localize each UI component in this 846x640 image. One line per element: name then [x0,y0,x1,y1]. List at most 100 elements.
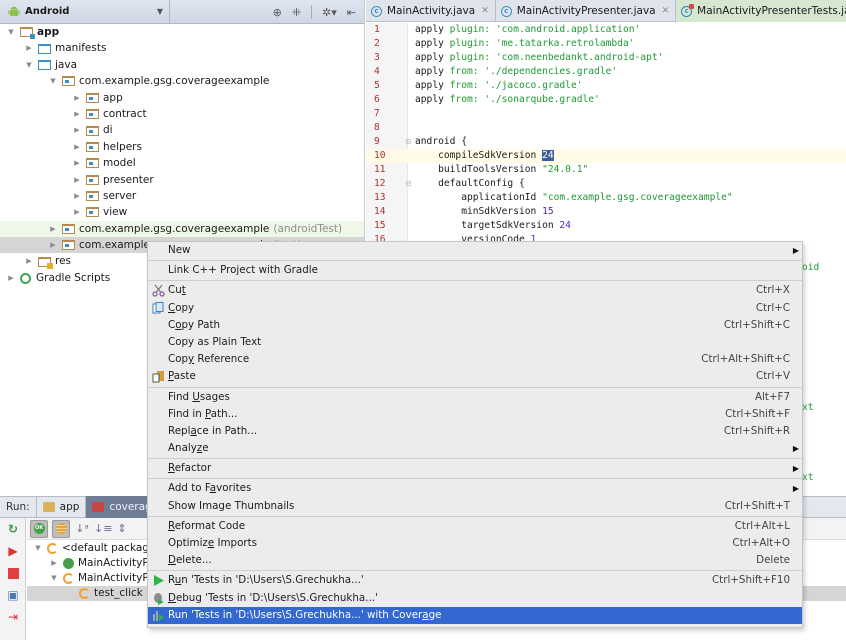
collapsed-arrow-icon[interactable]: ▶ [49,556,59,571]
code-token: "com.example.gsg.coverageexample" [542,192,733,203]
context-menu: New ▶ Link C++ Project with Gradle Cut Ctrl+… [147,241,803,628]
menu-item-copy-path[interactable]: Copy Path Ctrl+Shift+C [148,317,802,334]
expanded-arrow-icon[interactable]: ▼ [48,73,58,89]
tree-node[interactable]: ▶ com.example.gsg.coverageexample (android… [0,220,364,238]
fold-marker-icon[interactable]: ⊟ [406,135,411,149]
menu-item-show-image-thumbnails[interactable]: Show Image Thumbnails Ctrl+Shift+T [148,498,802,515]
menu-item-add-to-favorites[interactable]: Add to Favorites ▶ [148,480,802,497]
menu-item-find-usages[interactable]: Find Usages Alt+F7 [148,389,802,406]
dump-threads-icon[interactable]: ▣ [0,584,26,606]
expanded-arrow-icon[interactable]: ▼ [6,24,16,40]
collapsed-arrow-icon[interactable]: ▶ [72,172,82,188]
line-number: 8 [374,122,380,133]
paste-icon [152,370,165,383]
tree-node[interactable]: ▶ model [0,155,364,171]
code-line: 11 buildToolsVersion "24.0.1" [366,163,846,177]
tree-node[interactable]: ▶ di [0,122,364,138]
code-token: 'com.neenbedankt.android-apt' [495,52,664,63]
tree-node[interactable]: ▶ view [0,204,364,220]
menu-item-copy-reference[interactable]: Copy Reference Ctrl+Alt+Shift+C [148,351,802,368]
expanded-arrow-icon[interactable]: ▼ [49,571,59,586]
menu-item-refactor[interactable]: Refactor ▶ [148,460,802,477]
editor-tab[interactable]: c MainActivityPresenter.java ✕ [496,0,677,22]
collapsed-arrow-icon[interactable]: ▶ [6,270,16,286]
code-line: 6 apply from: './sonarqube.gradle' [366,93,846,107]
sort-by-duration-icon[interactable]: ↓≡ [94,522,112,535]
menu-item-paste[interactable]: Paste Ctrl+V [148,368,802,385]
code-token: defaultConfig { [415,178,525,189]
menu-item-link-c-project-with-gradle[interactable]: Link C++ Project with Gradle [148,262,802,279]
rerun-icon[interactable]: ↻ [0,518,26,540]
menu-item-shortcut: Ctrl+V [756,370,790,383]
tree-node[interactable]: ▼ java [0,57,364,73]
code-token: plugin: [449,38,496,49]
rerun-failed-icon[interactable]: ▶ [0,540,26,562]
close-icon[interactable]: ✕ [662,6,670,16]
hide-panel-icon[interactable]: ⇤ [347,6,356,19]
collapsed-arrow-icon[interactable]: ▶ [24,40,34,56]
collapsed-arrow-icon[interactable]: ▶ [72,90,82,106]
menu-item-reformat-code[interactable]: Reformat Code Ctrl+Alt+L [148,518,802,535]
code-lines: 1 apply plugin: 'com.android.application'… [366,23,846,247]
gradle-icon [20,272,31,284]
collapsed-arrow-icon[interactable]: ▶ [72,139,82,155]
menu-item-label: Cut [168,284,186,297]
show-passed-toggle[interactable]: OK [30,519,48,538]
submenu-arrow-icon: ▶ [792,484,799,494]
editor-tab-label: MainActivityPresenterTests.java [697,5,846,17]
menu-item-analyze[interactable]: Analyze ▶ [148,440,802,457]
menu-item-shortcut: Alt+F7 [754,390,790,403]
tree-node[interactable]: ▼ app [0,24,364,40]
scroll-from-source-icon[interactable]: ⊕ [273,6,282,19]
expanded-arrow-icon[interactable]: ▼ [33,541,43,556]
project-view-selector[interactable]: Android ▼ [0,0,170,23]
code-text: apply from: './dependencies.gradle' [415,65,617,79]
menu-item-find-in-path[interactable]: Find in Path... Ctrl+Shift+F [148,406,802,423]
fold-marker-icon[interactable]: ⊟ [406,177,411,191]
run-tab-app[interactable]: app [35,496,86,518]
menu-item-copy-as-plain-text[interactable]: Copy as Plain Text [148,334,802,351]
tree-node[interactable]: ▶ server [0,188,364,204]
sort-alphabetically-icon[interactable]: ↓ᵃ [74,522,90,535]
tree-node[interactable]: ▶ presenter [0,172,364,188]
collapsed-arrow-icon[interactable]: ▶ [48,221,58,237]
code-token: 15 [542,206,554,217]
expanded-arrow-icon[interactable]: ▼ [24,57,34,73]
editor-tab[interactable]: cMainActivityPresenterTests.java✕ [676,0,846,22]
code-token: from: [449,94,485,105]
collapsed-arrow-icon[interactable]: ▶ [24,253,34,269]
collapse-all-icon[interactable]: ⁜ [292,6,301,19]
menu-item-shortcut: Ctrl+Shift+F [725,407,790,420]
line-number: 2 [374,38,380,49]
tree-node[interactable]: ▶ app [0,90,364,106]
stop-icon[interactable] [0,562,26,584]
show-ignored-toggle[interactable] [52,519,70,538]
menu-item-run-tests-in-d-users-s-grechukha[interactable]: Run 'Tests in 'D:\Users\S.Grechukha...' C… [148,572,802,589]
tree-node[interactable]: ▶ helpers [0,139,364,155]
running-icon [63,573,74,584]
collapsed-arrow-icon[interactable]: ▶ [48,237,58,253]
expand-all-icon[interactable]: ⇕ [114,522,130,535]
collapsed-arrow-icon[interactable]: ▶ [72,106,82,122]
tree-node[interactable]: ▶ manifests [0,40,364,56]
menu-item-run-tests-in-d-users-s-grechukha-with-coverage[interactable]: Run 'Tests in 'D:\Users\S.Grechukha...' … [148,606,802,624]
menu-item-replace-in-path[interactable]: Replace in Path... Ctrl+Shift+R [148,423,802,440]
menu-item-optimize-imports[interactable]: Optimize Imports Ctrl+Alt+O [148,535,802,552]
menu-item-new[interactable]: New ▶ [148,242,802,259]
collapsed-arrow-icon[interactable]: ▶ [72,122,82,138]
menu-item-copy[interactable]: Copy Ctrl+C [148,300,802,317]
tree-node[interactable]: ▶ contract [0,106,364,122]
collapsed-arrow-icon[interactable]: ▶ [72,188,82,204]
collapsed-arrow-icon[interactable]: ▶ [72,155,82,171]
collapsed-arrow-icon[interactable]: ▶ [72,204,82,220]
menu-item-cut[interactable]: Cut Ctrl+X [148,282,802,299]
close-icon[interactable]: ✕ [481,6,489,16]
code-line: 5 apply from: './jacoco.gradle' [366,79,846,93]
editor-tab[interactable]: c MainActivity.java ✕ [366,0,496,22]
exit-icon[interactable]: ⇥ [0,606,26,628]
code-text: apply plugin: 'com.android.application' [415,23,640,37]
menu-item-delete[interactable]: Delete... Delete [148,552,802,569]
tree-node[interactable]: ▼ com.example.gsg.coverageexample [0,73,364,89]
menu-item-debug-tests-in-d-users-s-grechukha[interactable]: Debug 'Tests in 'D:\Users\S.Grechukha...… [148,590,802,607]
gear-icon[interactable]: ✲▾ [322,6,337,19]
